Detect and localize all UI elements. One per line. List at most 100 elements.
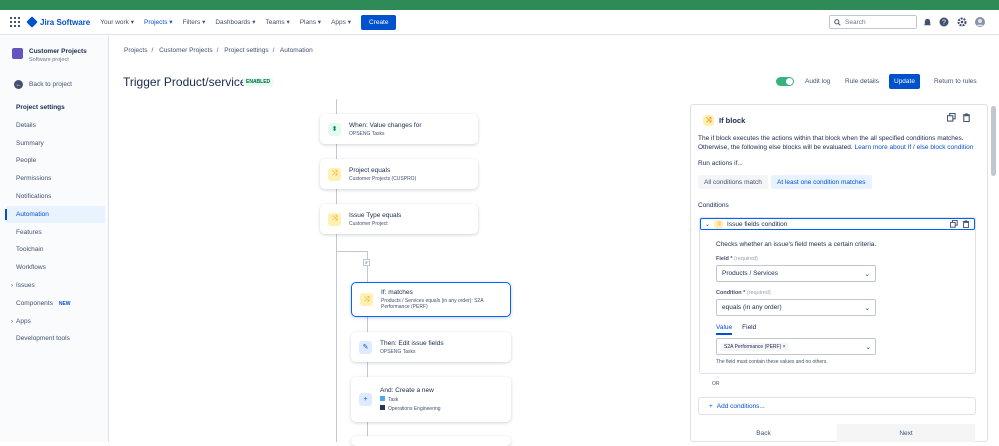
create-button[interactable]: Create: [360, 14, 397, 30]
project-sidebar: Customer Projects Software project ← Bac…: [0, 36, 109, 442]
sidebar-item-people[interactable]: People: [6, 152, 105, 169]
condition-card-project[interactable]: ⤨ Project equals Customer Projects (CUSPR…: [320, 159, 478, 189]
panel-header: ⤨ If block: [703, 115, 745, 126]
condition-label: Condition * (required): [716, 290, 771, 296]
rule-flow-canvas: ⬍ When: Value changes for OPSENG Tasks ⤨ …: [110, 99, 688, 446]
rule-details-button[interactable]: Rule details: [840, 74, 884, 89]
option-all-conditions[interactable]: All conditions match: [698, 175, 768, 189]
if-block-card[interactable]: ⤨ If: matches Products / Services equals …: [351, 282, 511, 317]
condition-name: Issue fields condition: [727, 220, 788, 228]
edit-issue-card[interactable]: ✎ Then: Edit issue fields OPSENG Tasks: [351, 332, 511, 362]
option-any-condition[interactable]: At least one condition matches: [771, 175, 872, 189]
panel-scrollbar[interactable]: [990, 104, 997, 442]
sidebar-item-workflows[interactable]: Workflows: [6, 259, 105, 276]
sidebar-item-development-tools[interactable]: Development tools: [6, 330, 105, 347]
nav-plans[interactable]: Plans ▾: [300, 18, 321, 26]
condition-select[interactable]: equals (in any order) ⌄: [716, 299, 876, 316]
project-icon: [380, 405, 385, 410]
nav-your-work[interactable]: Your work ▾: [100, 18, 134, 26]
chevron-down-icon: ⌄: [864, 270, 870, 278]
audit-log-button[interactable]: Audit log: [800, 74, 835, 89]
rule-enabled-toggle[interactable]: [776, 77, 794, 86]
sidebar-section-heading: Project settings: [16, 104, 65, 111]
create-issue-card[interactable]: + And: Create a new Task Operations Engi…: [351, 377, 511, 422]
duplicate-icon[interactable]: [946, 112, 956, 124]
condition-header[interactable]: ⌄ ⤨ Issue fields condition: [700, 218, 975, 230]
next-button[interactable]: Next: [837, 424, 975, 442]
arrow-left-icon: ←: [14, 80, 23, 89]
trash-icon[interactable]: [962, 113, 971, 124]
nav-filters[interactable]: Filters ▾: [183, 18, 206, 26]
chevron-right-icon: ›: [11, 318, 13, 325]
value-chip[interactable]: S2A Performance (PERF) ×: [721, 342, 789, 351]
panel-description: The if block executes the actions within…: [698, 135, 974, 151]
brand-name: Jira Software: [40, 17, 91, 27]
task-type: Task: [380, 396, 441, 403]
plus-icon: +: [359, 393, 372, 406]
project-avatar: [12, 48, 23, 59]
condition-card-issue-type[interactable]: ⤨ Issue Type equals Customer Project: [320, 204, 478, 234]
chevron-right-icon: ›: [11, 282, 13, 289]
settings-gear-icon[interactable]: [957, 17, 967, 27]
notifications-icon[interactable]: [922, 17, 932, 27]
back-button[interactable]: Back: [690, 424, 837, 442]
top-navigation: Jira Software Your work ▾ Projects ▾ Fil…: [0, 10, 999, 35]
sidebar-item-details[interactable]: Details: [6, 117, 105, 134]
breadcrumb-project-settings[interactable]: Project settings: [224, 47, 268, 54]
value-select[interactable]: S2A Performance (PERF) × ⌄: [716, 338, 876, 355]
trigger-card[interactable]: ⬍ When: Value changes for OPSENG Tasks: [320, 114, 478, 144]
close-icon[interactable]: ×: [783, 344, 786, 350]
sidebar-item-summary[interactable]: Summary: [6, 135, 105, 152]
return-to-rules-button[interactable]: Return to rules: [929, 74, 982, 89]
condition-icon: ⤨: [328, 167, 341, 181]
search-input[interactable]: Search: [829, 15, 917, 29]
project-target: Operations Engineering: [380, 405, 441, 412]
project-header[interactable]: Customer Projects Software project: [12, 48, 87, 63]
run-actions-label: Run actions if...: [698, 160, 743, 167]
back-to-project-link[interactable]: ← Back to project: [14, 80, 72, 89]
sidebar-item-apps[interactable]: › Apps: [6, 313, 105, 330]
breadcrumb-customer-projects[interactable]: Customer Projects: [159, 47, 212, 54]
page-title: Trigger Product/services: [123, 75, 253, 89]
condition-box: ⌄ ⤨ Issue fields condition Checks whethe…: [699, 217, 976, 374]
nav-teams[interactable]: Teams ▾: [265, 18, 289, 26]
sidebar-item-features[interactable]: Features: [6, 224, 105, 241]
if-block-icon: ⤨: [703, 115, 714, 126]
update-button[interactable]: Update: [889, 74, 920, 89]
app-switcher-icon[interactable]: [10, 17, 20, 27]
tab-field[interactable]: Field: [742, 324, 756, 335]
breadcrumb-projects[interactable]: Projects: [124, 47, 147, 54]
help-icon[interactable]: ?: [939, 17, 949, 27]
search-icon: [834, 18, 841, 26]
nav-projects[interactable]: Projects ▾: [144, 18, 173, 26]
flow-connector: [336, 144, 337, 159]
learn-more-link[interactable]: Learn more about If / else block conditi…: [854, 144, 973, 151]
sidebar-item-toolchain[interactable]: Toolchain: [6, 241, 105, 258]
svg-text:?: ?: [942, 20, 946, 27]
status-badge: ENABLED: [243, 78, 274, 86]
breadcrumb-automation[interactable]: Automation: [280, 47, 313, 54]
sidebar-item-permissions[interactable]: Permissions: [6, 170, 105, 187]
sidebar-item-automation[interactable]: Automation: [5, 206, 105, 223]
trash-icon[interactable]: [962, 220, 970, 230]
chevron-down-icon[interactable]: ⌄: [705, 221, 710, 228]
or-label: OR: [712, 381, 720, 387]
next-action-card[interactable]: [351, 436, 511, 446]
edit-icon: ✎: [359, 340, 372, 354]
plus-icon: +: [709, 402, 713, 410]
value-help-text: The field must contain these values and …: [716, 359, 828, 365]
add-conditions-button[interactable]: + Add conditions...: [698, 397, 976, 415]
task-icon: [380, 396, 385, 401]
field-select[interactable]: Products / Services ⌄: [716, 265, 876, 282]
duplicate-icon[interactable]: [949, 219, 958, 230]
jira-logo[interactable]: Jira Software: [26, 16, 91, 28]
sidebar-item-components[interactable]: Components NEW: [6, 295, 105, 312]
user-avatar[interactable]: [975, 17, 985, 27]
tab-value[interactable]: Value: [716, 324, 733, 335]
sidebar-item-issues[interactable]: › Issues: [6, 277, 105, 294]
sidebar-item-notifications[interactable]: Notifications: [6, 188, 105, 205]
trigger-icon: ⬍: [328, 122, 341, 136]
top-color-strip: [0, 0, 999, 10]
nav-dashboards[interactable]: Dashboards ▾: [215, 18, 255, 26]
nav-apps[interactable]: Apps ▾: [331, 18, 351, 26]
